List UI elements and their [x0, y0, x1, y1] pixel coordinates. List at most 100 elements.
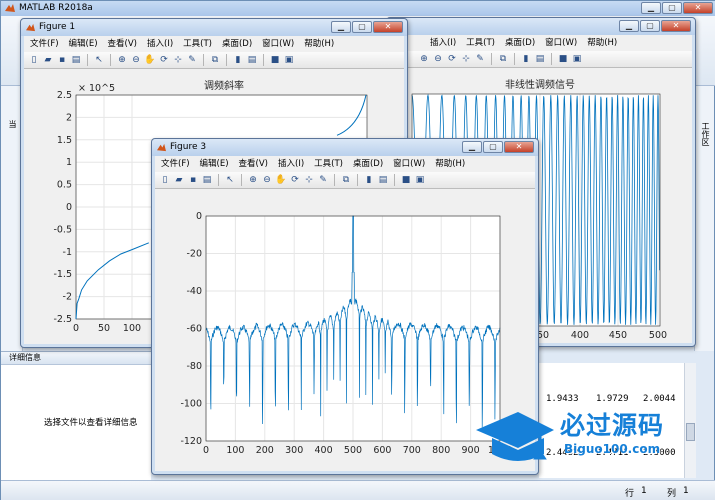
menu-insert[interactable]: 插入(I)	[278, 156, 304, 172]
close-button[interactable]: ✕	[683, 2, 713, 14]
menu-view[interactable]: 查看(V)	[239, 156, 268, 172]
menu-tools[interactable]: 工具(T)	[183, 36, 212, 52]
link-plot-icon[interactable]: ⧉	[209, 54, 221, 66]
x-tick-label: 0	[203, 445, 209, 456]
colorbar-icon[interactable]: ▮	[520, 53, 532, 65]
y-tick-label: 2	[66, 112, 72, 123]
data-cursor-icon[interactable]: ⊹	[172, 54, 184, 66]
maximize-button[interactable]: ▢	[352, 21, 372, 33]
y-tick-label: -1	[63, 247, 72, 258]
close-button[interactable]: ✕	[504, 141, 534, 153]
menu-desktop[interactable]: 桌面(D)	[353, 156, 383, 172]
menu-tools[interactable]: 工具(T)	[466, 35, 495, 51]
show-plot-tools-icon[interactable]: ▣	[283, 54, 295, 66]
menu-help[interactable]: 帮助(H)	[587, 35, 617, 51]
hide-plot-tools-icon[interactable]: ■	[557, 53, 569, 65]
link-plot-icon[interactable]: ⧉	[497, 53, 509, 65]
zoom-in-icon[interactable]: ⊕	[418, 53, 430, 65]
menu-window[interactable]: 窗口(W)	[393, 156, 425, 172]
minimize-button[interactable]: ▁	[619, 20, 639, 32]
details-panel: 详细信息 选择文件以查看详细信息	[1, 351, 151, 500]
minimize-button[interactable]: ▁	[462, 141, 482, 153]
menu-file[interactable]: 文件(F)	[30, 36, 59, 52]
y-tick-label: -0.5	[53, 224, 72, 235]
legend-icon[interactable]: ▤	[246, 54, 258, 66]
menu-window[interactable]: 窗口(W)	[262, 36, 294, 52]
data-cursor-icon[interactable]: ⊹	[460, 53, 472, 65]
zoom-out-icon[interactable]: ⊖	[432, 53, 444, 65]
brush-icon[interactable]: ✎	[317, 174, 329, 186]
zoom-out-icon[interactable]: ⊖	[261, 174, 273, 186]
brush-icon[interactable]: ✎	[474, 53, 486, 65]
menu-edit[interactable]: 编辑(E)	[69, 36, 98, 52]
figure-1-window-controls: ▁ ▢ ✕	[331, 21, 403, 33]
rotate-icon[interactable]: ⟳	[289, 174, 301, 186]
brush-icon[interactable]: ✎	[186, 54, 198, 66]
current-folder-label[interactable]: 当	[7, 120, 18, 128]
legend-icon[interactable]: ▤	[534, 53, 546, 65]
y-tick-label: -2.5	[53, 314, 72, 325]
save-icon[interactable]: ▪	[187, 174, 199, 186]
col-label: 列	[667, 489, 677, 499]
menu-desktop[interactable]: 桌面(D)	[222, 36, 252, 52]
figure-1-title-bar[interactable]: Figure 1 ▁ ▢ ✕	[21, 19, 407, 36]
hide-plot-tools-icon[interactable]: ■	[269, 54, 281, 66]
new-file-icon[interactable]: ▯	[159, 174, 171, 186]
menu-view[interactable]: 查看(V)	[108, 36, 137, 52]
legend-icon[interactable]: ▤	[377, 174, 389, 186]
menu-insert[interactable]: 插入(I)	[147, 36, 173, 52]
hide-plot-tools-icon[interactable]: ■	[400, 174, 412, 186]
scroll-thumb[interactable]	[686, 423, 695, 441]
menu-help[interactable]: 帮助(H)	[435, 156, 465, 172]
pointer-icon[interactable]: ↖	[224, 174, 236, 186]
pointer-icon[interactable]: ↖	[93, 54, 105, 66]
print-icon[interactable]: ▤	[70, 54, 82, 66]
y-tick-label: -40	[186, 286, 202, 297]
minimize-button[interactable]: ▁	[331, 21, 351, 33]
show-plot-tools-icon[interactable]: ▣	[571, 53, 583, 65]
workspace-label[interactable]: 工作区	[700, 122, 711, 146]
open-folder-icon[interactable]: ▰	[42, 54, 54, 66]
zoom-out-icon[interactable]: ⊖	[130, 54, 142, 66]
link-plot-icon[interactable]: ⧉	[340, 174, 352, 186]
menu-file[interactable]: 文件(F)	[161, 156, 190, 172]
print-icon[interactable]: ▤	[201, 174, 213, 186]
figure-3-menubar: 文件(F) 编辑(E) 查看(V) 插入(I) 工具(T) 桌面(D) 窗口(W…	[155, 156, 535, 172]
maximize-button[interactable]: ▢	[662, 2, 682, 14]
y-tick-label: -2	[63, 292, 72, 303]
open-folder-icon[interactable]: ▰	[173, 174, 185, 186]
pan-hand-icon[interactable]: ✋	[275, 174, 287, 186]
colorbar-icon[interactable]: ▮	[363, 174, 375, 186]
toolbar-separator	[551, 53, 552, 65]
maximize-button[interactable]: ▢	[483, 141, 503, 153]
menu-help[interactable]: 帮助(H)	[304, 36, 334, 52]
details-message: 选择文件以查看详细信息	[44, 418, 138, 428]
save-icon[interactable]: ▪	[56, 54, 68, 66]
x-tick-label: 700	[403, 445, 421, 456]
figure-2-title-bar[interactable]: ▁ ▢ ✕	[387, 18, 695, 35]
command-output-number: 1.9433	[546, 394, 579, 404]
menu-insert[interactable]: 插入(I)	[430, 35, 456, 51]
menu-window[interactable]: 窗口(W)	[545, 35, 577, 51]
menu-tools[interactable]: 工具(T)	[314, 156, 343, 172]
menu-edit[interactable]: 编辑(E)	[200, 156, 229, 172]
maximize-button[interactable]: ▢	[640, 20, 660, 32]
data-cursor-icon[interactable]: ⊹	[303, 174, 315, 186]
zoom-in-icon[interactable]: ⊕	[247, 174, 259, 186]
matlab-logo-icon	[157, 143, 166, 152]
command-window-scrollbar[interactable]	[684, 363, 696, 478]
zoom-in-icon[interactable]: ⊕	[116, 54, 128, 66]
rotate-icon[interactable]: ⟳	[158, 54, 170, 66]
toolbar-separator	[263, 54, 264, 66]
show-plot-tools-icon[interactable]: ▣	[414, 174, 426, 186]
colorbar-icon[interactable]: ▮	[232, 54, 244, 66]
new-file-icon[interactable]: ▯	[28, 54, 40, 66]
rotate-icon[interactable]: ⟳	[446, 53, 458, 65]
pan-hand-icon[interactable]: ✋	[144, 54, 156, 66]
figure-3-title-bar[interactable]: Figure 3 ▁ ▢ ✕	[152, 139, 538, 156]
close-button[interactable]: ✕	[661, 20, 691, 32]
y-tick-label: 0.5	[57, 180, 72, 191]
menu-desktop[interactable]: 桌面(D)	[505, 35, 535, 51]
close-button[interactable]: ✕	[373, 21, 403, 33]
minimize-button[interactable]: ▁	[641, 2, 661, 14]
